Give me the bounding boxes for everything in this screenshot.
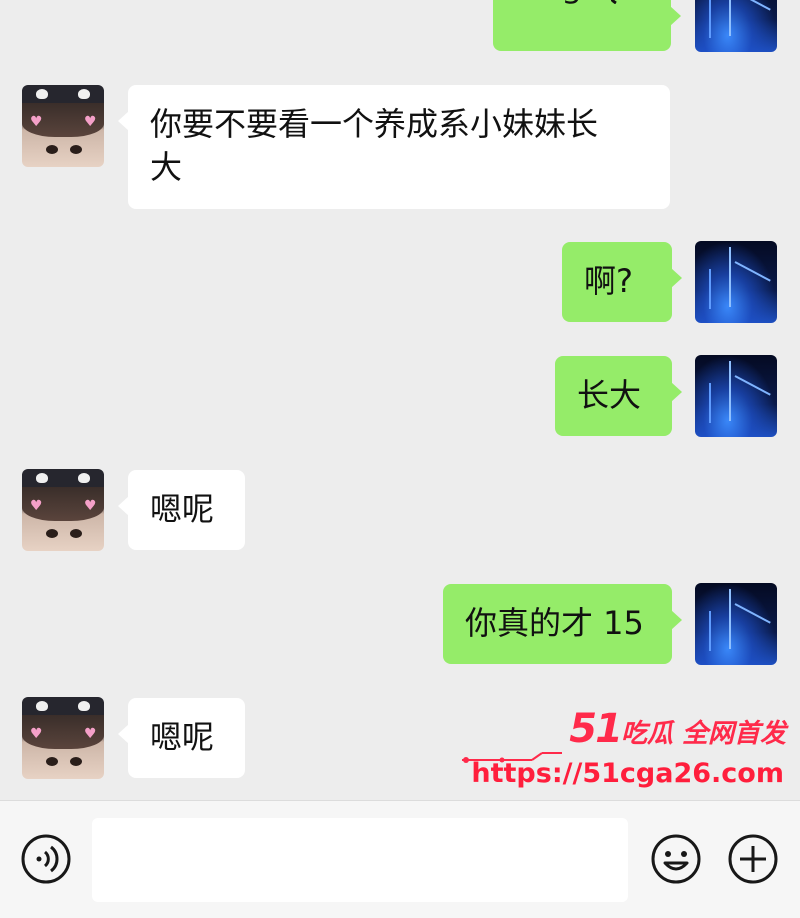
chat-history[interactable]: 3" ♥♥ 你要不要看一个养成系小妹妹长 大 啊? 长大 ♥♥ xyxy=(0,0,800,800)
message-text: 啊? xyxy=(584,262,633,300)
message-bubble[interactable]: 你要不要看一个养成系小妹妹长 大 xyxy=(118,85,670,209)
contact-avatar[interactable]: ♥ ♥ xyxy=(22,697,104,779)
message-bubble[interactable]: 你真的才 15 xyxy=(443,584,682,664)
message-text-line: 大 xyxy=(150,148,183,186)
watermark-brand-text: 吃瓜 全网首发 xyxy=(620,719,786,749)
message-text: 嗯呢 xyxy=(150,490,215,528)
my-avatar[interactable] xyxy=(695,583,777,665)
input-bar xyxy=(0,800,800,918)
emoji-icon[interactable] xyxy=(650,833,702,885)
message-bubble[interactable]: 嗯呢 xyxy=(118,698,245,778)
message-bubble[interactable]: 啊? xyxy=(562,242,682,322)
message-text: 长大 xyxy=(577,376,642,414)
message-bubble[interactable]: 长大 xyxy=(555,356,682,436)
plus-icon[interactable] xyxy=(727,833,779,885)
contact-avatar[interactable]: ♥ ♥ xyxy=(22,469,104,551)
voice-duration: 3" xyxy=(563,0,594,15)
watermark-url: https://51cga26.com xyxy=(471,758,784,789)
my-avatar[interactable] xyxy=(695,0,777,52)
message-text: 嗯呢 xyxy=(150,718,215,756)
voice-wave-icon xyxy=(611,0,617,4)
voice-toggle-icon[interactable] xyxy=(20,833,72,885)
watermark-brand: 51吃瓜 全网首发 xyxy=(569,706,786,752)
voice-message-bubble[interactable]: 3" xyxy=(493,0,681,51)
my-avatar[interactable] xyxy=(695,355,777,437)
message-bubble[interactable]: 嗯呢 xyxy=(118,470,245,550)
message-input[interactable] xyxy=(92,818,628,902)
watermark: 51吃瓜 全网首发 https://51cga26.com xyxy=(462,706,792,800)
watermark-brand-number: 51 xyxy=(569,706,623,752)
message-text: 你真的才 15 xyxy=(465,604,644,642)
my-avatar[interactable] xyxy=(695,241,777,323)
message-text-line: 你要不要看一个养成系小妹妹长 xyxy=(150,105,599,143)
contact-avatar[interactable]: ♥ ♥ xyxy=(22,85,104,167)
